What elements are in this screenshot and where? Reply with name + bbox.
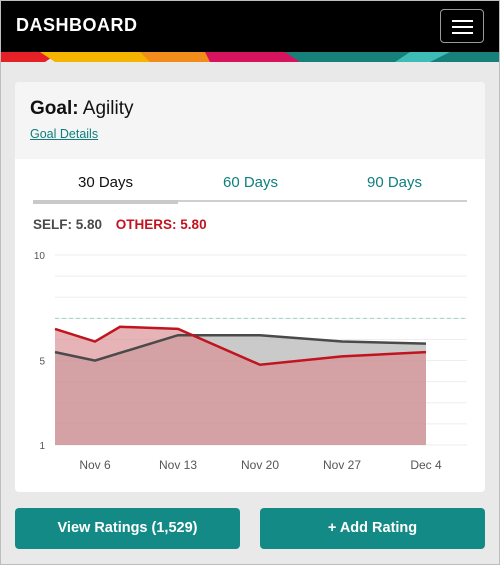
x-tick-label: Nov 13 <box>159 458 197 472</box>
app-title: DASHBOARD <box>16 15 138 35</box>
view-ratings-button[interactable]: View Ratings (1,529) <box>15 508 240 549</box>
menu-icon-bar <box>452 20 473 22</box>
brand-stripe <box>0 52 500 62</box>
x-tick-label: Nov 27 <box>323 458 361 472</box>
top-navbar: DASHBOARD <box>0 0 500 52</box>
x-tick-label: Nov 6 <box>79 458 111 472</box>
y-tick-label: 1 <box>39 441 45 452</box>
x-tick-label: Dec 4 <box>410 458 442 472</box>
menu-icon-bar <box>452 32 473 34</box>
x-tick-label: Nov 20 <box>241 458 279 472</box>
y-tick-label: 10 <box>34 251 46 262</box>
hamburger-menu-button[interactable] <box>440 9 484 43</box>
y-tick-label: 5 <box>39 357 45 368</box>
menu-icon-bar <box>452 26 473 28</box>
ratings-chart: 10 5 1 Nov 6 Nov 13 Nov 20 Nov 27 Dec 4 <box>34 251 467 472</box>
add-rating-button[interactable]: + Add Rating <box>260 508 485 549</box>
